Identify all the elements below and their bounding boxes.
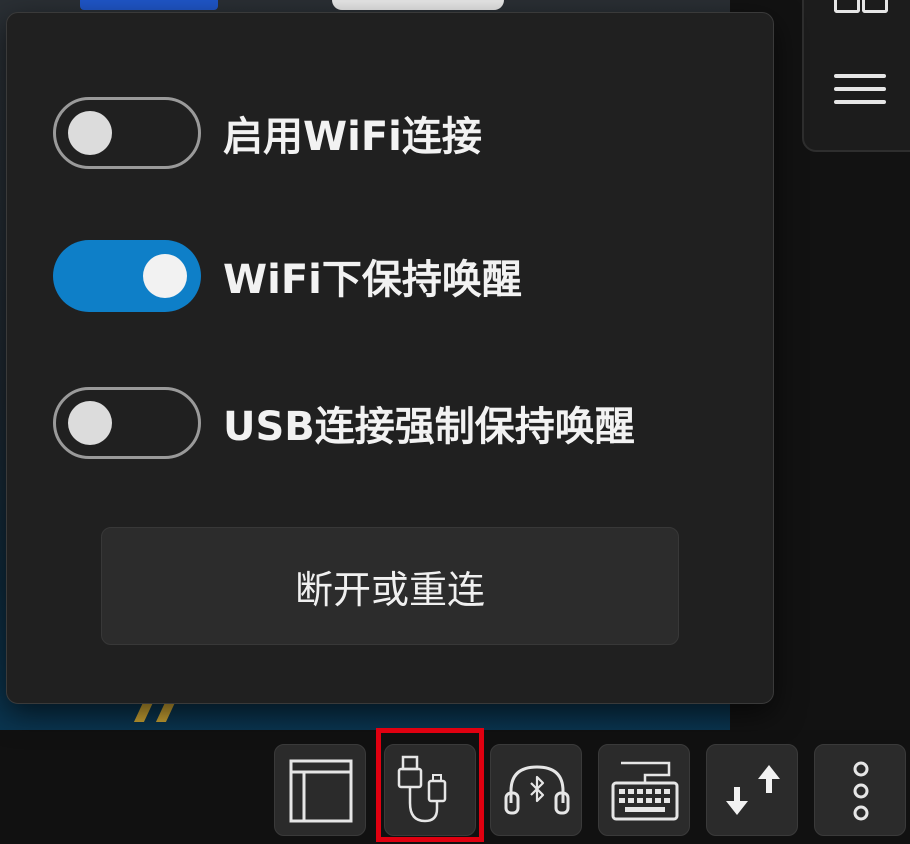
wifi-keep-awake-label: WiFi下保持唤醒 [223, 257, 522, 303]
toggle-row-usb-keep-awake[interactable]: USB连接强制保持唤醒 [53, 385, 635, 461]
menu-icon[interactable] [834, 74, 886, 106]
grid-icon[interactable] [834, 0, 888, 14]
window-layout-button[interactable] [274, 744, 366, 836]
usb-connection-button[interactable] [384, 744, 476, 836]
window-layout-icon [289, 759, 353, 823]
connection-settings-popup: 启用WiFi连接 WiFi下保持唤醒 USB连接强制保持唤醒 断开或重连 [6, 12, 774, 704]
file-transfer-button[interactable] [706, 744, 798, 836]
disconnect-reconnect-button[interactable]: 断开或重连 [101, 527, 679, 645]
enable-wifi-toggle[interactable] [53, 97, 201, 169]
bluetooth-headset-icon [504, 765, 570, 815]
bluetooth-audio-button[interactable] [490, 744, 582, 836]
toggle-knob [68, 401, 112, 445]
background-white-element [332, 0, 504, 10]
more-vertical-icon [853, 761, 869, 821]
keyboard-button[interactable] [598, 744, 690, 836]
enable-wifi-label: 启用WiFi连接 [223, 114, 482, 160]
toggle-knob [143, 254, 187, 298]
usb-keep-awake-label: USB连接强制保持唤醒 [223, 404, 635, 450]
toggle-row-enable-wifi[interactable]: 启用WiFi连接 [53, 95, 482, 171]
transfer-arrows-icon [726, 765, 780, 815]
keyboard-icon [611, 761, 679, 821]
wifi-keep-awake-toggle[interactable] [53, 240, 201, 312]
usb-cable-icon [397, 755, 447, 823]
toggle-knob [68, 111, 112, 155]
more-options-button[interactable] [814, 744, 906, 836]
usb-keep-awake-toggle[interactable] [53, 387, 201, 459]
toggle-row-wifi-keep-awake[interactable]: WiFi下保持唤醒 [53, 238, 522, 314]
app-screen: 启用WiFi连接 WiFi下保持唤醒 USB连接强制保持唤醒 断开或重连 [0, 0, 910, 844]
background-blue-element [80, 0, 218, 10]
